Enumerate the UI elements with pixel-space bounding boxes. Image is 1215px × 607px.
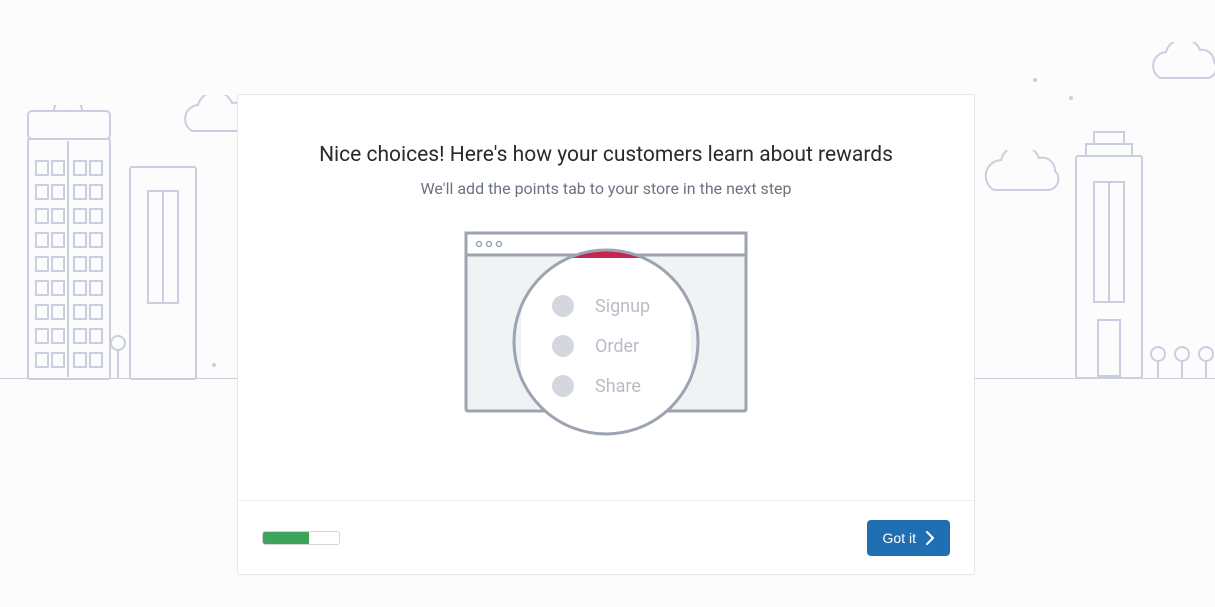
onboarding-modal: Nice choices! Here's how your customers …: [237, 94, 975, 575]
cloud-icon: [1148, 42, 1215, 92]
got-it-label: Got it: [883, 530, 916, 546]
modal-body: Nice choices! Here's how your customers …: [238, 95, 974, 500]
modal-title: Nice choices! Here's how your customers …: [278, 143, 934, 167]
buildings-right-icon: [1060, 120, 1215, 390]
illustration-item-1: Signup: [595, 296, 650, 317]
got-it-button[interactable]: Got it: [867, 520, 950, 556]
buildings-left-icon: [0, 105, 240, 405]
illustration-item-3: Share: [595, 376, 641, 397]
modal-footer: Got it: [238, 500, 974, 574]
illustration-item-2: Order: [595, 336, 639, 357]
points-tab-illustration: Points Signup Order Share: [278, 228, 934, 458]
dots-icon: [1025, 70, 1085, 110]
cloud-icon: [980, 150, 1070, 205]
chevron-right-icon: [926, 531, 934, 545]
progress-bar: [262, 531, 340, 545]
progress-fill: [263, 532, 309, 544]
modal-subtitle: We'll add the points tab to your store i…: [278, 179, 934, 198]
